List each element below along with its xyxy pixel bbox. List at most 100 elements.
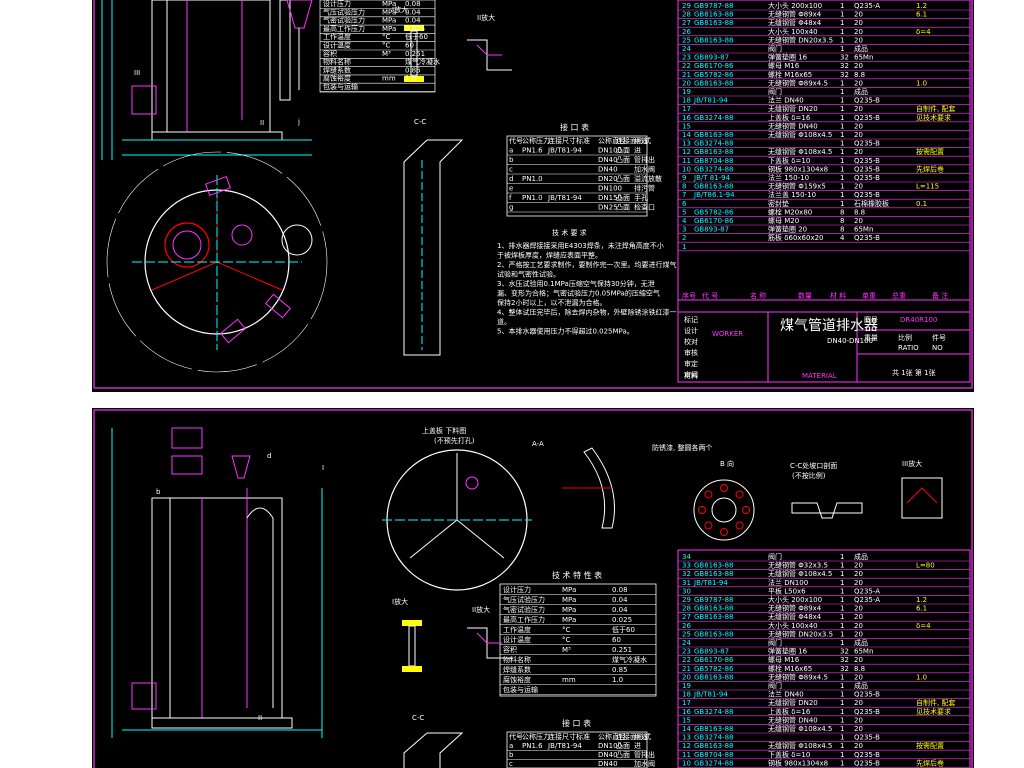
bom-code: GB9787-88 — [694, 596, 733, 604]
spec-unit: mm — [562, 676, 576, 684]
section-aa-label: A-A — [532, 440, 544, 448]
bom-qty: 1 — [840, 630, 844, 638]
spec-value: 60 — [612, 636, 621, 644]
tech-req-line: 3、水压试验用0.1MPa压缩空气保持30分钟，无泄 — [497, 279, 655, 288]
bom-no: 13 — [682, 734, 691, 742]
bom-name: 阀门 — [768, 681, 782, 690]
bom-mat: 成品 — [854, 44, 868, 53]
bom-qty: 1 — [840, 708, 844, 716]
spec-value: 0.04 — [405, 17, 421, 25]
bom-name: 弹簧垫圈 20 — [768, 225, 807, 234]
spec-unit: MPa — [562, 606, 576, 614]
bom-qty: 32 — [840, 62, 849, 70]
bom-no: 14 — [682, 131, 691, 139]
bom-code: GB6170-86 — [694, 62, 734, 70]
bom-name: 螺栓 M16x65 — [768, 664, 812, 673]
nozzle-cell: DN40 — [598, 156, 618, 164]
bom-no: 20 — [682, 79, 691, 87]
spec-name: 设计温度 — [323, 41, 351, 50]
nozzle-cell: JB/T81-94 — [547, 194, 582, 202]
bom-mat: 20 — [854, 562, 863, 570]
bom-qty: 4 — [840, 234, 845, 242]
bom-qty: 1 — [840, 105, 844, 113]
bom-no: 13 — [682, 140, 691, 148]
bom-qty: 1 — [840, 165, 844, 173]
bom-note: 自制件, 配套 — [916, 104, 955, 113]
bom-mat: 20 — [854, 148, 863, 156]
bom-code: GB8163-88 — [694, 19, 733, 27]
bom-no: 27 — [682, 19, 691, 27]
bom-qty: 32 — [840, 665, 849, 673]
bom-qty: 1 — [840, 200, 844, 208]
tech-req-line: 试验和气密性试验。 — [497, 270, 560, 279]
bom-note: 1.2 — [916, 596, 927, 604]
bom-qty: 32 — [840, 71, 849, 79]
bom-no: 21 — [682, 665, 691, 673]
bom-name: 无缝钢管 Φ48x4 — [768, 612, 822, 621]
bom-qty: 32 — [840, 648, 849, 656]
nozzle-table-title-bottom: 接 口 表 — [562, 718, 591, 728]
bom-name: 螺栓 M16x65 — [768, 70, 812, 79]
spec-name: 设计温度 — [503, 635, 531, 644]
flange-bolt-hole — [735, 490, 744, 499]
bom-no: 31 — [682, 579, 691, 587]
bom-mat: 65Mn — [854, 226, 873, 234]
spec-name: 容积 — [323, 49, 337, 58]
bom-code: JB/T81-94 — [693, 691, 728, 699]
detail-I-bottom — [402, 620, 422, 672]
tech-req-line: 道。 — [497, 317, 511, 326]
bom-name: 无缝钢管 Φ108x4.5 — [768, 741, 832, 750]
detail-II-label-bottom: II放大 — [472, 605, 490, 614]
bom-mat: 20 — [854, 605, 863, 613]
nozzle-cell: 凸面 — [616, 194, 630, 202]
support-section — [562, 447, 615, 529]
spec-name: 物料名称 — [323, 57, 351, 66]
bom-name: 螺母 M16 — [768, 655, 800, 664]
bom-mat: 20 — [854, 579, 863, 587]
bom-mat: 20 — [854, 716, 863, 724]
bom-no: 22 — [682, 656, 691, 664]
spec-value: 低于60 — [405, 32, 428, 41]
bom-qty: 1 — [840, 131, 844, 139]
nozzle-cell: 管排出 — [634, 750, 655, 759]
bom-mat: 8.8 — [854, 71, 865, 79]
bom-mat: 20 — [854, 622, 863, 630]
nozzle-header: 用途 — [634, 732, 648, 741]
bom-no: 28 — [682, 605, 691, 613]
bom-footer-cell: 总重 — [892, 291, 906, 300]
bom-no: 28 — [682, 11, 691, 19]
bom-code: GB8163-88 — [694, 630, 733, 638]
bom-no: 8 — [682, 183, 686, 191]
drawing-no: DR40R100 — [900, 316, 937, 324]
bom-name: 无缝钢管 Φ108x4.5 — [768, 724, 832, 733]
bom-name: 上盖板 δ=16 — [768, 113, 811, 122]
bom-no: 24 — [682, 639, 691, 647]
nozzle-cell: f — [509, 194, 512, 202]
spec-unit: °C — [562, 626, 571, 634]
nozzle-cell: DN100 — [598, 185, 622, 193]
bom-no: 15 — [682, 716, 691, 724]
bom-code: GB6170-86 — [694, 656, 734, 664]
bom-no: 2 — [682, 234, 686, 242]
spec-name: 焊缝系数 — [503, 665, 531, 674]
bom-no: 23 — [682, 648, 691, 656]
vessel-elevation — [101, 0, 312, 160]
bom-no: 16 — [682, 114, 691, 122]
spec-value: 0.025 — [612, 616, 632, 624]
bom-no: 19 — [682, 682, 691, 690]
bom-mat: 20 — [854, 36, 863, 44]
bom-qty: 8 — [840, 208, 844, 216]
material-value: MATERIAL — [802, 372, 837, 380]
spec-name: 设计压力 — [323, 0, 351, 8]
title-row-label: 审阅 — [684, 370, 698, 379]
spec-value: 0.04 — [612, 596, 628, 604]
bom-no: 18 — [682, 691, 691, 699]
bom-mat: 20 — [854, 742, 863, 750]
bom-code: GB8163-88 — [694, 131, 733, 139]
bom-qty: 1 — [840, 45, 844, 53]
bom-code: GB3274-88 — [694, 734, 733, 742]
bom-mat: Q235-B — [854, 734, 880, 742]
tech-req-title: 技 术 要 求 — [552, 228, 587, 237]
bom-note: 6.1 — [916, 605, 927, 613]
bom-name: 无缝钢管 Φ108x4.5 — [768, 130, 832, 139]
